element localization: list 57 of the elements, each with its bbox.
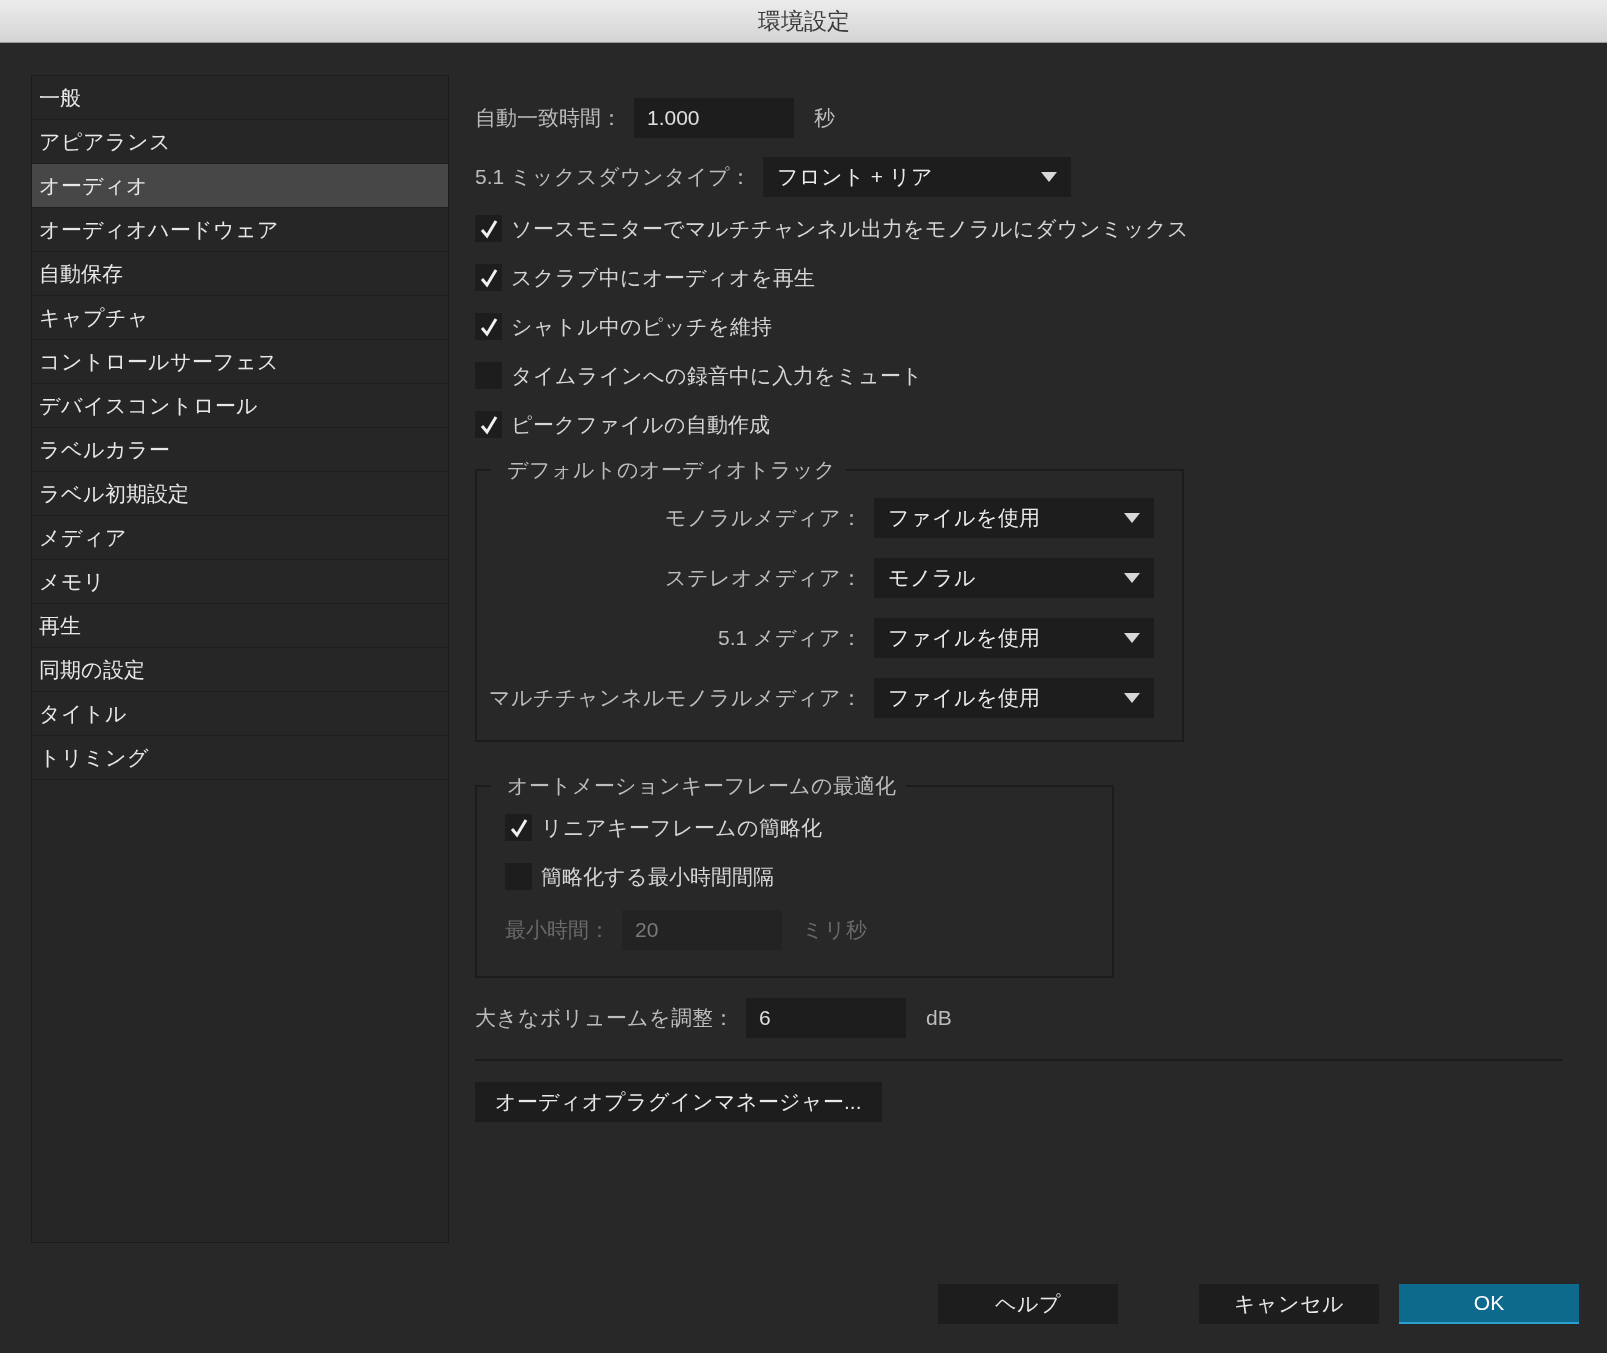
sidebar-item[interactable]: メディア bbox=[32, 516, 448, 560]
field-label: 5.1 メディア： bbox=[717, 625, 862, 651]
checkbox-label: ピークファイルの自動作成 bbox=[511, 411, 770, 438]
dialog-button[interactable]: OK bbox=[1399, 1284, 1579, 1324]
field-label: 最小時間： bbox=[505, 917, 610, 943]
checkbox-label: ソースモニターでマルチチャンネル出力をモノラルにダウンミックス bbox=[511, 215, 1189, 242]
sidebar-item[interactable]: ラベル初期設定 bbox=[32, 472, 448, 516]
field-label: ステレオメディア： bbox=[665, 565, 862, 591]
plugin-manager-button[interactable]: オーディオプラグインマネージャー... bbox=[475, 1082, 882, 1122]
window-title: 環境設定 bbox=[757, 6, 850, 36]
field-label: 大きなボリュームを調整： bbox=[475, 1005, 734, 1031]
checkbox[interactable] bbox=[505, 814, 532, 841]
field-label: 5.1 ミックスダウンタイプ： bbox=[475, 164, 752, 190]
sidebar-item[interactable]: オーディオ bbox=[32, 164, 448, 208]
unit-label: ミリ秒 bbox=[802, 917, 867, 943]
caret-icon bbox=[1124, 513, 1140, 523]
checkbox-label: リニアキーフレームの簡略化 bbox=[541, 814, 822, 841]
checkbox-label: スクラブ中にオーディオを再生 bbox=[511, 264, 815, 291]
checkbox-label: タイムラインへの録音中に入力をミュート bbox=[511, 362, 923, 389]
group-title: デフォルトのオーディオトラック bbox=[506, 457, 837, 483]
sidebar-item[interactable]: タイトル bbox=[32, 692, 448, 736]
sidebar-item[interactable]: トリミング bbox=[32, 736, 448, 780]
checkbox[interactable] bbox=[475, 264, 502, 291]
caret-icon bbox=[1041, 172, 1058, 182]
sidebar-item[interactable]: ラベルカラー bbox=[32, 428, 448, 472]
dropdown[interactable]: モノラル bbox=[874, 558, 1154, 598]
sidebar-item[interactable]: 一般 bbox=[32, 76, 448, 120]
dropdown[interactable]: ファイルを使用 bbox=[874, 618, 1154, 658]
checkbox[interactable] bbox=[475, 215, 502, 242]
sidebar-item[interactable]: キャプチャ bbox=[32, 296, 448, 340]
dropdown[interactable]: ファイルを使用 bbox=[874, 678, 1154, 718]
field-label: マルチチャンネルモノラルメディア： bbox=[489, 685, 862, 711]
input-field[interactable]: 1.000 bbox=[634, 98, 794, 138]
unit-label: 秒 bbox=[814, 105, 835, 131]
sidebar-item[interactable]: オーディオハードウェア bbox=[32, 208, 448, 252]
field-label: 自動一致時間： bbox=[475, 105, 622, 131]
group-title: オートメーションキーフレームの最適化 bbox=[506, 773, 897, 799]
dropdown[interactable]: フロント + リア bbox=[763, 157, 1072, 197]
sidebar-item[interactable]: 自動保存 bbox=[32, 252, 448, 296]
sidebar-item[interactable]: 再生 bbox=[32, 604, 448, 648]
caret-icon bbox=[1124, 693, 1140, 703]
dialog-button[interactable]: ヘルプ bbox=[938, 1284, 1118, 1324]
checkbox-label: 簡略化する最小時間間隔 bbox=[541, 863, 774, 890]
checkbox-label: シャトル中のピッチを維持 bbox=[511, 313, 772, 340]
sidebar-item[interactable]: 同期の設定 bbox=[32, 648, 448, 692]
dialog-button[interactable]: キャンセル bbox=[1199, 1284, 1379, 1324]
sidebar-item[interactable]: コントロールサーフェス bbox=[32, 340, 448, 384]
checkbox[interactable] bbox=[475, 313, 502, 340]
dropdown[interactable]: ファイルを使用 bbox=[874, 498, 1154, 538]
unit-label: dB bbox=[926, 1006, 952, 1030]
caret-icon bbox=[1124, 573, 1140, 583]
input-field[interactable]: 6 bbox=[746, 998, 906, 1038]
sidebar-item[interactable]: メモリ bbox=[32, 560, 448, 604]
checkbox[interactable] bbox=[475, 411, 502, 438]
sidebar-item[interactable]: デバイスコントロール bbox=[32, 384, 448, 428]
field-label: モノラルメディア： bbox=[665, 505, 862, 531]
caret-icon bbox=[1124, 633, 1140, 643]
